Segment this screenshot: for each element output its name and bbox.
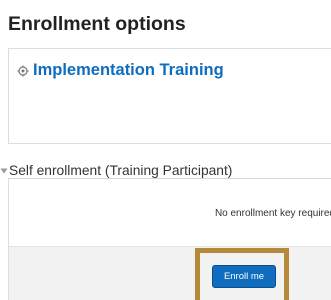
page-title: Enrollment options — [8, 13, 186, 35]
course-link[interactable]: Implementation Training — [33, 61, 224, 80]
course-name[interactable]: Implementation Training — [17, 61, 224, 80]
enrolment-section-title: Self enrollment (Training Participant) — [9, 163, 233, 178]
expanded-triangle-icon[interactable] — [0, 167, 8, 175]
course-icon — [17, 65, 29, 76]
enrollment-page: Enrollment options Implementation Traini… — [0, 0, 331, 300]
section-divider — [8, 178, 331, 179]
no-enrolment-key-message: No enrollment key required — [214, 208, 331, 219]
enrolment-section-header[interactable]: Self enrollment (Training Participant) — [0, 163, 232, 178]
enrol-me-button[interactable]: Enroll me — [212, 265, 276, 288]
